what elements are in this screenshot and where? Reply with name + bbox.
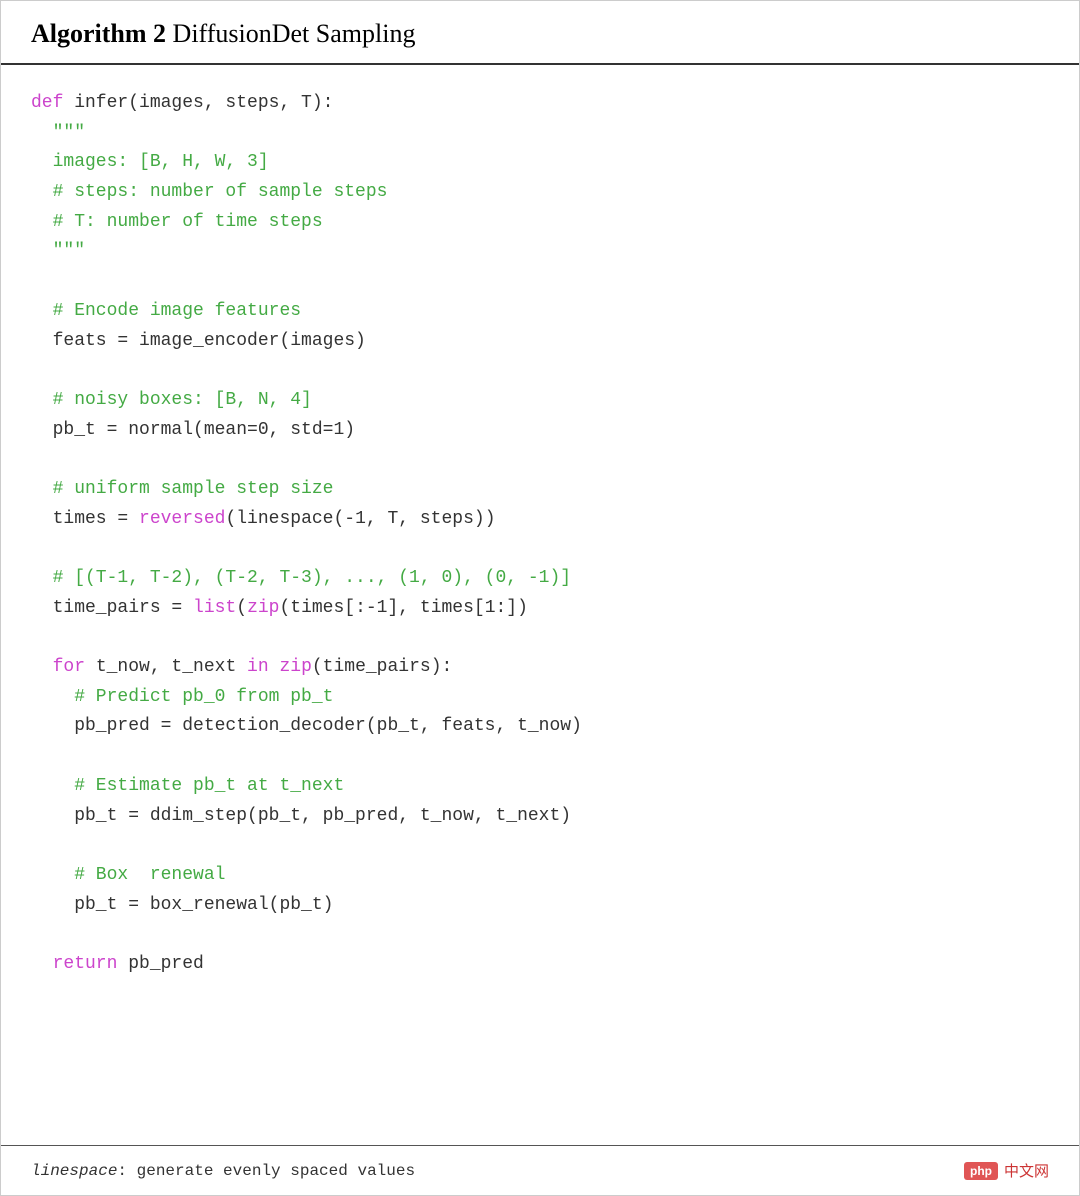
php-site-label: 中文网 (1004, 1160, 1049, 1181)
code-line-blank-7 (31, 831, 1049, 861)
code-line-10: pb_t = normal(mean=0, std=1) (31, 416, 1049, 446)
code-line-14: time_pairs = list(zip(times[:-1], times[… (31, 594, 1049, 624)
footer-definition: linespace: generate evenly spaced values (31, 1162, 415, 1180)
code-line-7: # Encode image features (31, 297, 1049, 327)
code-line-16: # Predict pb_0 from pb_t (31, 683, 1049, 713)
code-text: infer(images, steps, T): (63, 93, 333, 113)
code-line-1: def infer(images, steps, T): (31, 89, 1049, 119)
code-line-12: times = reversed(linespace(-1, T, steps)… (31, 505, 1049, 535)
code-line-blank-2 (31, 356, 1049, 386)
code-line-18: # Estimate pb_t at t_next (31, 772, 1049, 802)
code-line-8: feats = image_encoder(images) (31, 327, 1049, 357)
algorithm-number: Algorithm 2 (31, 19, 166, 48)
algorithm-name: DiffusionDet Sampling (166, 19, 415, 48)
footer: linespace: generate evenly spaced values… (1, 1145, 1079, 1195)
code-line-blank-5 (31, 623, 1049, 653)
code-line-3: images: [B, H, W, 3] (31, 148, 1049, 178)
code-line-13: # [(T-1, T-2), (T-2, T-3), ..., (1, 0), … (31, 564, 1049, 594)
code-line-4: # steps: number of sample steps (31, 178, 1049, 208)
code-line-2: """ (31, 119, 1049, 149)
php-logo: php (964, 1162, 998, 1180)
code-line-blank-6 (31, 742, 1049, 772)
algorithm-box: Algorithm 2 DiffusionDet Sampling def in… (0, 0, 1080, 1196)
code-line-15: for t_now, t_next in zip(time_pairs): (31, 653, 1049, 683)
code-line-9: # noisy boxes: [B, N, 4] (31, 386, 1049, 416)
code-line-blank-8 (31, 920, 1049, 950)
code-block: def infer(images, steps, T): """ images:… (1, 65, 1079, 1145)
code-line-17: pb_pred = detection_decoder(pb_t, feats,… (31, 712, 1049, 742)
footer-definition-text: : generate evenly spaced values (117, 1162, 415, 1180)
code-line-20: # Box renewal (31, 861, 1049, 891)
code-line-5: # T: number of time steps (31, 208, 1049, 238)
code-line-blank-3 (31, 445, 1049, 475)
code-line-21: pb_t = box_renewal(pb_t) (31, 891, 1049, 921)
php-badge: php 中文网 (964, 1160, 1049, 1181)
algorithm-header: Algorithm 2 DiffusionDet Sampling (1, 1, 1079, 65)
algorithm-title: Algorithm 2 DiffusionDet Sampling (31, 19, 415, 48)
keyword-def: def (31, 93, 63, 113)
code-line-11: # uniform sample step size (31, 475, 1049, 505)
code-line-blank-4 (31, 534, 1049, 564)
code-line-22: return pb_pred (31, 950, 1049, 980)
footer-code-term: linespace (31, 1162, 117, 1180)
code-line-19: pb_t = ddim_step(pb_t, pb_pred, t_now, t… (31, 802, 1049, 832)
code-line-6: """ (31, 237, 1049, 267)
code-line-blank-1 (31, 267, 1049, 297)
